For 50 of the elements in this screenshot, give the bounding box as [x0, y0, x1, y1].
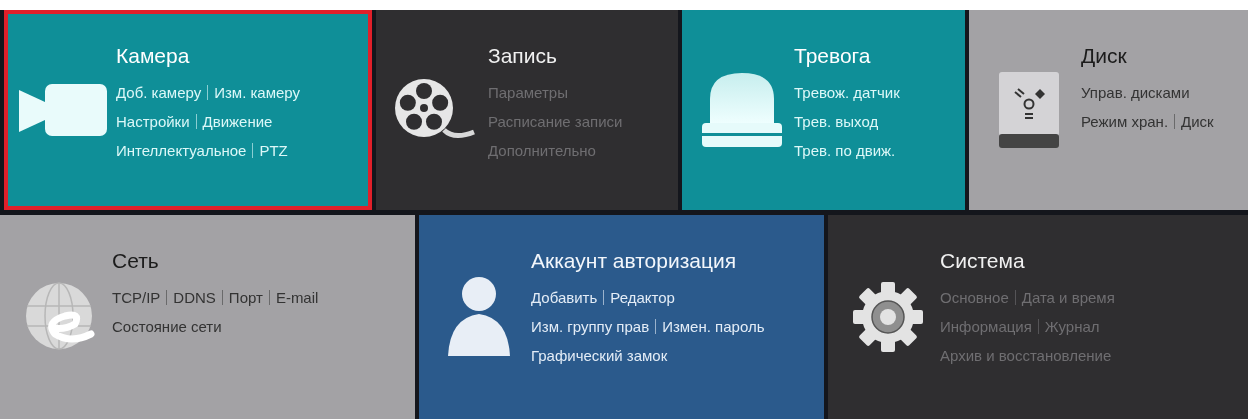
menu-tile[interactable]: Система Основное Дата и время Информация Журнал Архив и восстановление	[828, 215, 1248, 419]
menu-link[interactable]: Тревож. датчик	[794, 84, 900, 101]
tile-title: Запись	[488, 44, 558, 68]
menu-link[interactable]: Основное	[940, 289, 1009, 306]
menu-link[interactable]: Журнал	[1044, 318, 1100, 335]
menu-link[interactable]: Измен. пароль	[662, 318, 765, 335]
alarm-light-icon	[702, 71, 782, 149]
menu-link[interactable]: Графический замок	[531, 347, 668, 364]
drive-icon	[999, 72, 1059, 148]
menu-link[interactable]: Параметры	[488, 84, 568, 101]
menu-link[interactable]: Трев. выход	[794, 113, 879, 130]
tile-title: Камера	[116, 44, 191, 68]
menu-link[interactable]: Архив и восстановление	[940, 347, 1112, 364]
settings-icon	[853, 282, 923, 352]
menu-link[interactable]: DDNS	[173, 289, 216, 306]
tile-title: Система	[940, 249, 1026, 273]
menu-link[interactable]: Настройки	[116, 113, 190, 130]
menu-link[interactable]: Изм. камеру	[214, 84, 301, 101]
menu-link[interactable]: Изм. группу прав	[531, 318, 650, 335]
menu-link[interactable]: Порт	[228, 289, 263, 306]
tile-title: Аккаунт авторизация	[531, 249, 738, 273]
menu-link[interactable]: Расписание записи	[488, 113, 623, 130]
menu-link[interactable]: PTZ	[259, 142, 288, 159]
menu-link[interactable]: Дата и время	[1021, 289, 1115, 306]
tile-title: Сеть	[112, 249, 160, 273]
menu-link[interactable]: Режим хран.	[1081, 113, 1169, 130]
menu-tile[interactable]: Аккаунт авторизация Добавить Редактор Изм. группу прав Измен. пароль Графический замок	[419, 215, 824, 419]
menu-link[interactable]: Трев. по движ.	[794, 142, 896, 159]
menu-link[interactable]: TCP/IP	[112, 289, 161, 306]
menu-link[interactable]: Дополнительно	[488, 142, 596, 159]
menu-link[interactable]: Управ. дисками	[1081, 84, 1190, 101]
menu-link[interactable]: Добавить	[531, 289, 598, 306]
menu-link[interactable]: Движение	[202, 113, 273, 130]
menu-tile[interactable]: Сеть TCP/IP DDNS Порт E-mail Состояние сети	[0, 215, 415, 419]
video-camera-icon	[19, 84, 109, 136]
tile-title: Диск	[1081, 44, 1128, 68]
menu-tile[interactable]: Запись Параметры Расписание записи Дополнительно	[376, 10, 678, 210]
menu-link[interactable]: Доб. камеру	[116, 84, 202, 101]
menu-tile[interactable]: Диск Управ. дисками Режим хран. Диск	[969, 10, 1248, 210]
menu-link[interactable]: E-mail	[275, 289, 319, 306]
globe-icon	[25, 282, 95, 352]
menu-link[interactable]: Информация	[940, 318, 1032, 335]
menu-link[interactable]: Состояние сети	[112, 318, 222, 335]
menu-tile[interactable]: Тревога Тревож. датчик Трев. выход Трев. по движ.	[682, 10, 965, 210]
menu-link[interactable]: Диск	[1181, 113, 1214, 130]
menu-link[interactable]: Редактор	[610, 289, 675, 306]
menu-tile[interactable]: Камера Доб. камеру Изм. камеру Настройки Движение Интеллектуальное PTZ	[4, 10, 372, 210]
menu-link[interactable]: Интеллектуальное	[116, 142, 247, 159]
tile-title: Тревога	[794, 44, 872, 68]
user-icon	[448, 276, 510, 358]
